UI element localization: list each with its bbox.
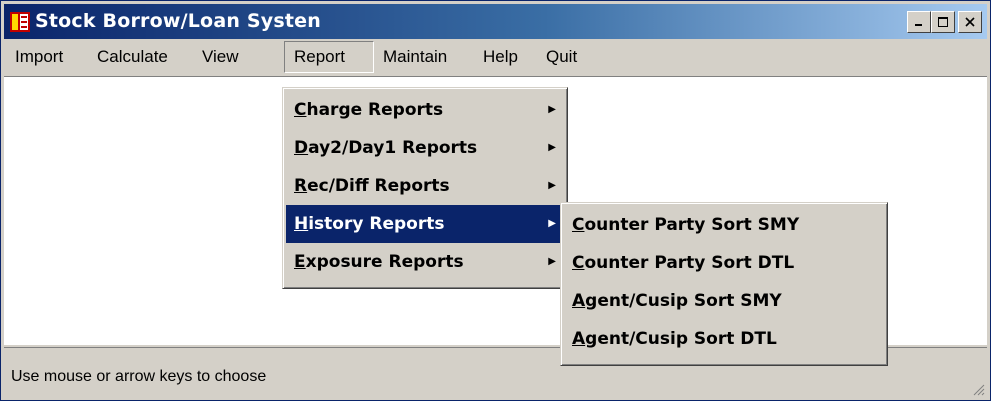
menu-item-day2-day1-reports[interactable]: Day2/Day1 Reports ▶	[286, 129, 564, 167]
menu-import[interactable]: Import	[6, 41, 72, 73]
menu-maintain[interactable]: Maintain	[374, 41, 456, 73]
menu-quit[interactable]: Quit	[537, 41, 586, 73]
submenu-arrow-icon: ▶	[548, 142, 556, 153]
menu-item-charge-reports[interactable]: Charge Reports ▶	[286, 91, 564, 129]
maximize-button[interactable]	[931, 11, 955, 33]
title-bar[interactable]: Stock Borrow/Loan Systen	[4, 4, 987, 39]
submenu-arrow-icon: ▶	[548, 104, 556, 115]
minimize-icon	[915, 24, 922, 26]
menu-help[interactable]: Help	[474, 41, 527, 73]
status-text: Use mouse or arrow keys to choose	[11, 368, 267, 385]
menu-calculate[interactable]: Calculate	[88, 41, 177, 73]
menu-item-history-reports[interactable]: History Reports ▶	[286, 205, 564, 243]
menu-report[interactable]: Report	[284, 41, 374, 73]
resize-grip-icon[interactable]	[971, 382, 985, 396]
menu-item-agent-cusip-sort-dtl[interactable]: Agent/Cusip Sort DTL	[564, 320, 884, 358]
minimize-button[interactable]	[907, 11, 931, 33]
menu-bar: Import Calculate View Report Maintain He…	[4, 41, 987, 75]
menu-item-agent-cusip-sort-smy[interactable]: Agent/Cusip Sort SMY	[564, 282, 884, 320]
submenu-arrow-icon: ▶	[548, 218, 556, 229]
menu-item-counter-party-sort-smy[interactable]: Counter Party Sort SMY	[564, 206, 884, 244]
submenu-arrow-icon: ▶	[548, 256, 556, 267]
close-icon	[965, 17, 975, 27]
window-title: Stock Borrow/Loan Systen	[35, 10, 321, 32]
app-icon[interactable]	[10, 12, 30, 32]
history-submenu: Counter Party Sort SMY Counter Party Sor…	[560, 202, 888, 366]
close-button[interactable]	[958, 11, 982, 33]
menu-item-rec-diff-reports[interactable]: Rec/Diff Reports ▶	[286, 167, 564, 205]
menu-view[interactable]: View	[193, 41, 248, 73]
menu-item-counter-party-sort-dtl[interactable]: Counter Party Sort DTL	[564, 244, 884, 282]
menu-item-exposure-reports[interactable]: Exposure Reports ▶	[286, 243, 564, 281]
maximize-icon	[937, 16, 948, 27]
report-dropdown: Charge Reports ▶ Day2/Day1 Reports ▶ Rec…	[282, 87, 568, 289]
submenu-arrow-icon: ▶	[548, 180, 556, 191]
